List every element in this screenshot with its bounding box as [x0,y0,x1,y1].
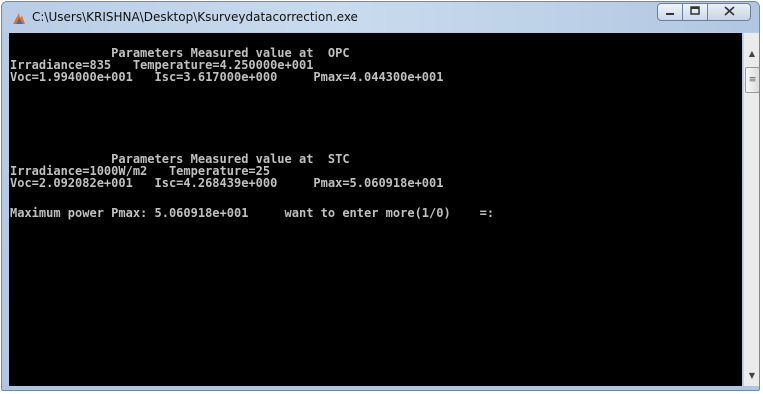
console-line: Maximum power Pmax: 5.060918e+001 want t… [10,206,495,220]
minimize-button[interactable] [657,3,683,21]
vertical-scrollbar[interactable]: ▲ ≡ ▼ [743,33,759,388]
title-bar[interactable]: C:\Users\KRISHNA\Desktop\Ksurveydatacorr… [2,2,759,32]
grip-icon: ≡ [748,75,757,85]
app-flame-icon[interactable] [11,10,27,26]
console-line: Voc=2.092082e+001 Isc=4.268439e+000 Pmax… [10,176,444,190]
window-bottom-border [2,386,759,390]
scroll-up-button[interactable]: ▲ [744,45,759,61]
console-line: Voc=1.994000e+001 Isc=3.617000e+000 Pmax… [10,70,444,84]
scroll-down-icon: ▼ [748,370,756,380]
maximize-button[interactable] [682,3,708,21]
window-title: C:\Users\KRISHNA\Desktop\Ksurveydatacorr… [32,10,358,24]
minimize-icon [665,6,675,19]
close-icon [723,5,735,19]
scroll-thumb[interactable]: ≡ [745,67,759,93]
window-controls [657,3,751,23]
console-output[interactable]: Parameters Measured value at OPC Irradian… [9,33,742,388]
scroll-down-button[interactable]: ▼ [744,367,759,383]
close-button[interactable] [707,3,751,21]
console-window: C:\Users\KRISHNA\Desktop\Ksurveydatacorr… [1,1,760,391]
maximize-icon [690,5,700,19]
scroll-up-icon: ▲ [748,48,756,58]
